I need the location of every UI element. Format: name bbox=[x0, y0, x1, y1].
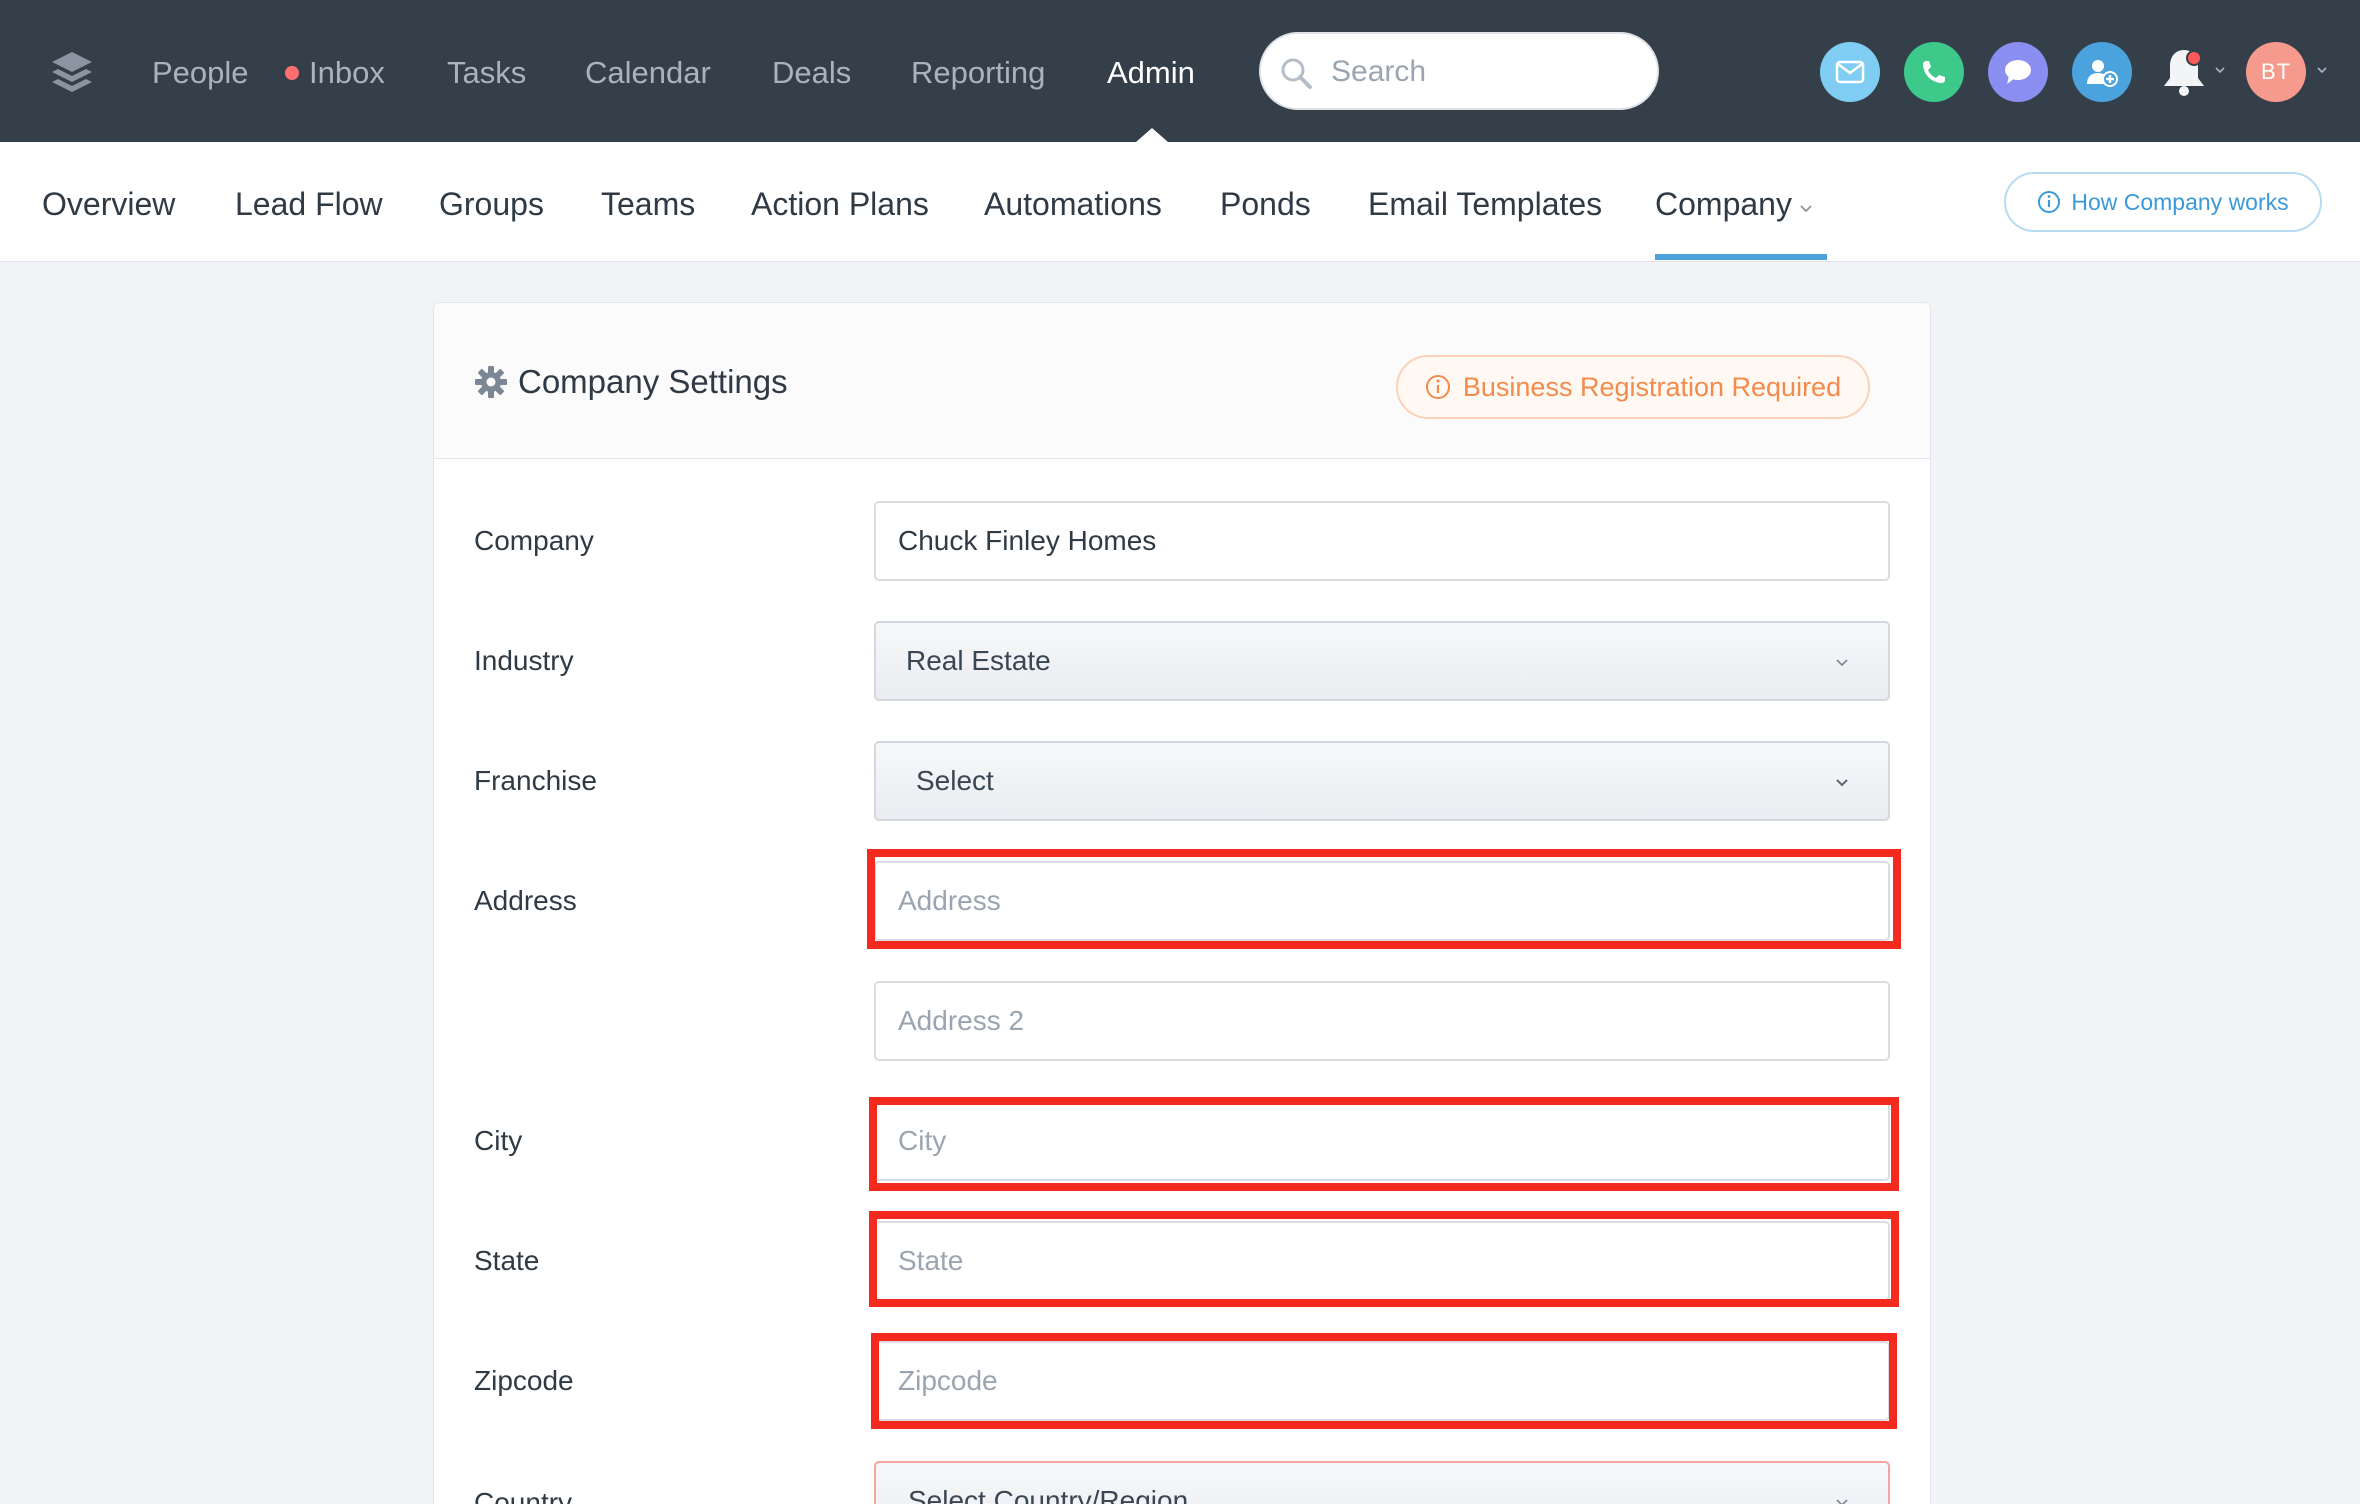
city-field[interactable] bbox=[874, 1101, 1890, 1181]
text-message-button[interactable] bbox=[1988, 42, 2048, 102]
zipcode-label: Zipcode bbox=[474, 1365, 574, 1396]
chevron-down-icon bbox=[1836, 779, 1848, 787]
how-company-works-button[interactable]: How Company works bbox=[2004, 172, 2322, 232]
info-icon bbox=[1425, 375, 1450, 399]
franchise-label: Franchise bbox=[474, 765, 597, 796]
tab-ponds[interactable]: Ponds bbox=[1220, 182, 1311, 226]
active-tab-underline bbox=[1655, 254, 1827, 260]
chevron-down-icon bbox=[1836, 659, 1848, 667]
state-field[interactable] bbox=[874, 1221, 1890, 1301]
industry-label: Industry bbox=[474, 645, 574, 676]
zipcode-field[interactable] bbox=[874, 1341, 1890, 1421]
chat-icon bbox=[2005, 60, 2031, 84]
add-contact-icon bbox=[2087, 60, 2118, 87]
industry-select[interactable]: Real Estate bbox=[874, 621, 1890, 701]
tab-automations[interactable]: Automations bbox=[984, 182, 1162, 226]
state-input[interactable] bbox=[876, 1223, 1888, 1299]
city-label: City bbox=[474, 1125, 523, 1156]
zipcode-input[interactable] bbox=[876, 1343, 1888, 1419]
city-input[interactable] bbox=[876, 1103, 1888, 1179]
country-select[interactable]: Select Country/Region bbox=[874, 1461, 1890, 1504]
registration-required-badge[interactable]: Business Registration Required bbox=[1396, 355, 1870, 419]
address-field[interactable] bbox=[874, 861, 1890, 941]
company-settings-card: Company Settings Business Registration R… bbox=[433, 302, 1931, 1504]
address-label: Address bbox=[474, 885, 577, 916]
tab-overview[interactable]: Overview bbox=[42, 182, 175, 226]
card-title: Company Settings bbox=[518, 363, 788, 400]
address-input[interactable] bbox=[876, 863, 1888, 939]
email-icon bbox=[1835, 60, 1865, 84]
search-input[interactable] bbox=[1331, 48, 1641, 96]
tab-company[interactable]: Company bbox=[1655, 182, 1792, 226]
address2-field[interactable] bbox=[874, 981, 1890, 1061]
state-label: State bbox=[474, 1245, 540, 1276]
info-icon bbox=[2038, 191, 2061, 213]
nav-calendar[interactable]: Calendar bbox=[585, 50, 711, 96]
address2-input[interactable] bbox=[876, 983, 1888, 1059]
nav-people[interactable]: People bbox=[152, 50, 249, 96]
tab-teams[interactable]: Teams bbox=[601, 182, 695, 226]
company-label: Company bbox=[474, 525, 594, 556]
top-navigation-bar: People Inbox Tasks Calendar Deals Report… bbox=[0, 0, 2360, 142]
chevron-down-icon[interactable] bbox=[2214, 64, 2226, 76]
franchise-select[interactable]: Select bbox=[874, 741, 1890, 821]
country-value: Select Country/Region bbox=[908, 1485, 1189, 1504]
nav-reporting[interactable]: Reporting bbox=[911, 50, 1045, 96]
registration-required-label: Business Registration Required bbox=[1462, 371, 1842, 402]
inbox-unread-dot bbox=[285, 66, 299, 80]
tab-email-templates[interactable]: Email Templates bbox=[1368, 182, 1602, 226]
notification-badge bbox=[2186, 50, 2202, 66]
tab-lead-flow[interactable]: Lead Flow bbox=[235, 182, 383, 226]
nav-tasks[interactable]: Tasks bbox=[447, 50, 526, 96]
logo-icon[interactable] bbox=[48, 48, 96, 96]
search-box[interactable] bbox=[1259, 32, 1659, 110]
chevron-down-icon bbox=[1836, 1499, 1848, 1504]
industry-value: Real Estate bbox=[906, 645, 1051, 676]
nav-inbox[interactable]: Inbox bbox=[309, 50, 385, 96]
active-nav-indicator bbox=[1136, 128, 1168, 142]
franchise-value: Select bbox=[916, 765, 994, 796]
chevron-down-icon[interactable] bbox=[1798, 200, 1814, 216]
chevron-down-icon[interactable] bbox=[2316, 64, 2328, 76]
company-input[interactable] bbox=[876, 503, 1888, 579]
admin-subnav: Overview Lead Flow Groups Teams Action P… bbox=[0, 142, 2360, 262]
gear-icon bbox=[475, 366, 507, 398]
call-button[interactable] bbox=[1904, 42, 1964, 102]
card-header: Company Settings Business Registration R… bbox=[434, 303, 1930, 459]
add-contact-button[interactable] bbox=[2072, 42, 2132, 102]
nav-admin[interactable]: Admin bbox=[1107, 50, 1195, 96]
tab-groups[interactable]: Groups bbox=[439, 182, 544, 226]
country-label: Country bbox=[474, 1487, 573, 1504]
bell-icon[interactable] bbox=[2156, 44, 2212, 100]
nav-deals[interactable]: Deals bbox=[772, 50, 851, 96]
avatar[interactable]: BT bbox=[2246, 42, 2306, 102]
phone-icon bbox=[1923, 61, 1945, 83]
tab-action-plans[interactable]: Action Plans bbox=[751, 182, 929, 226]
email-button[interactable] bbox=[1820, 42, 1880, 102]
how-company-works-label: How Company works bbox=[2071, 188, 2289, 215]
search-icon bbox=[1281, 58, 1312, 89]
company-field[interactable] bbox=[874, 501, 1890, 581]
